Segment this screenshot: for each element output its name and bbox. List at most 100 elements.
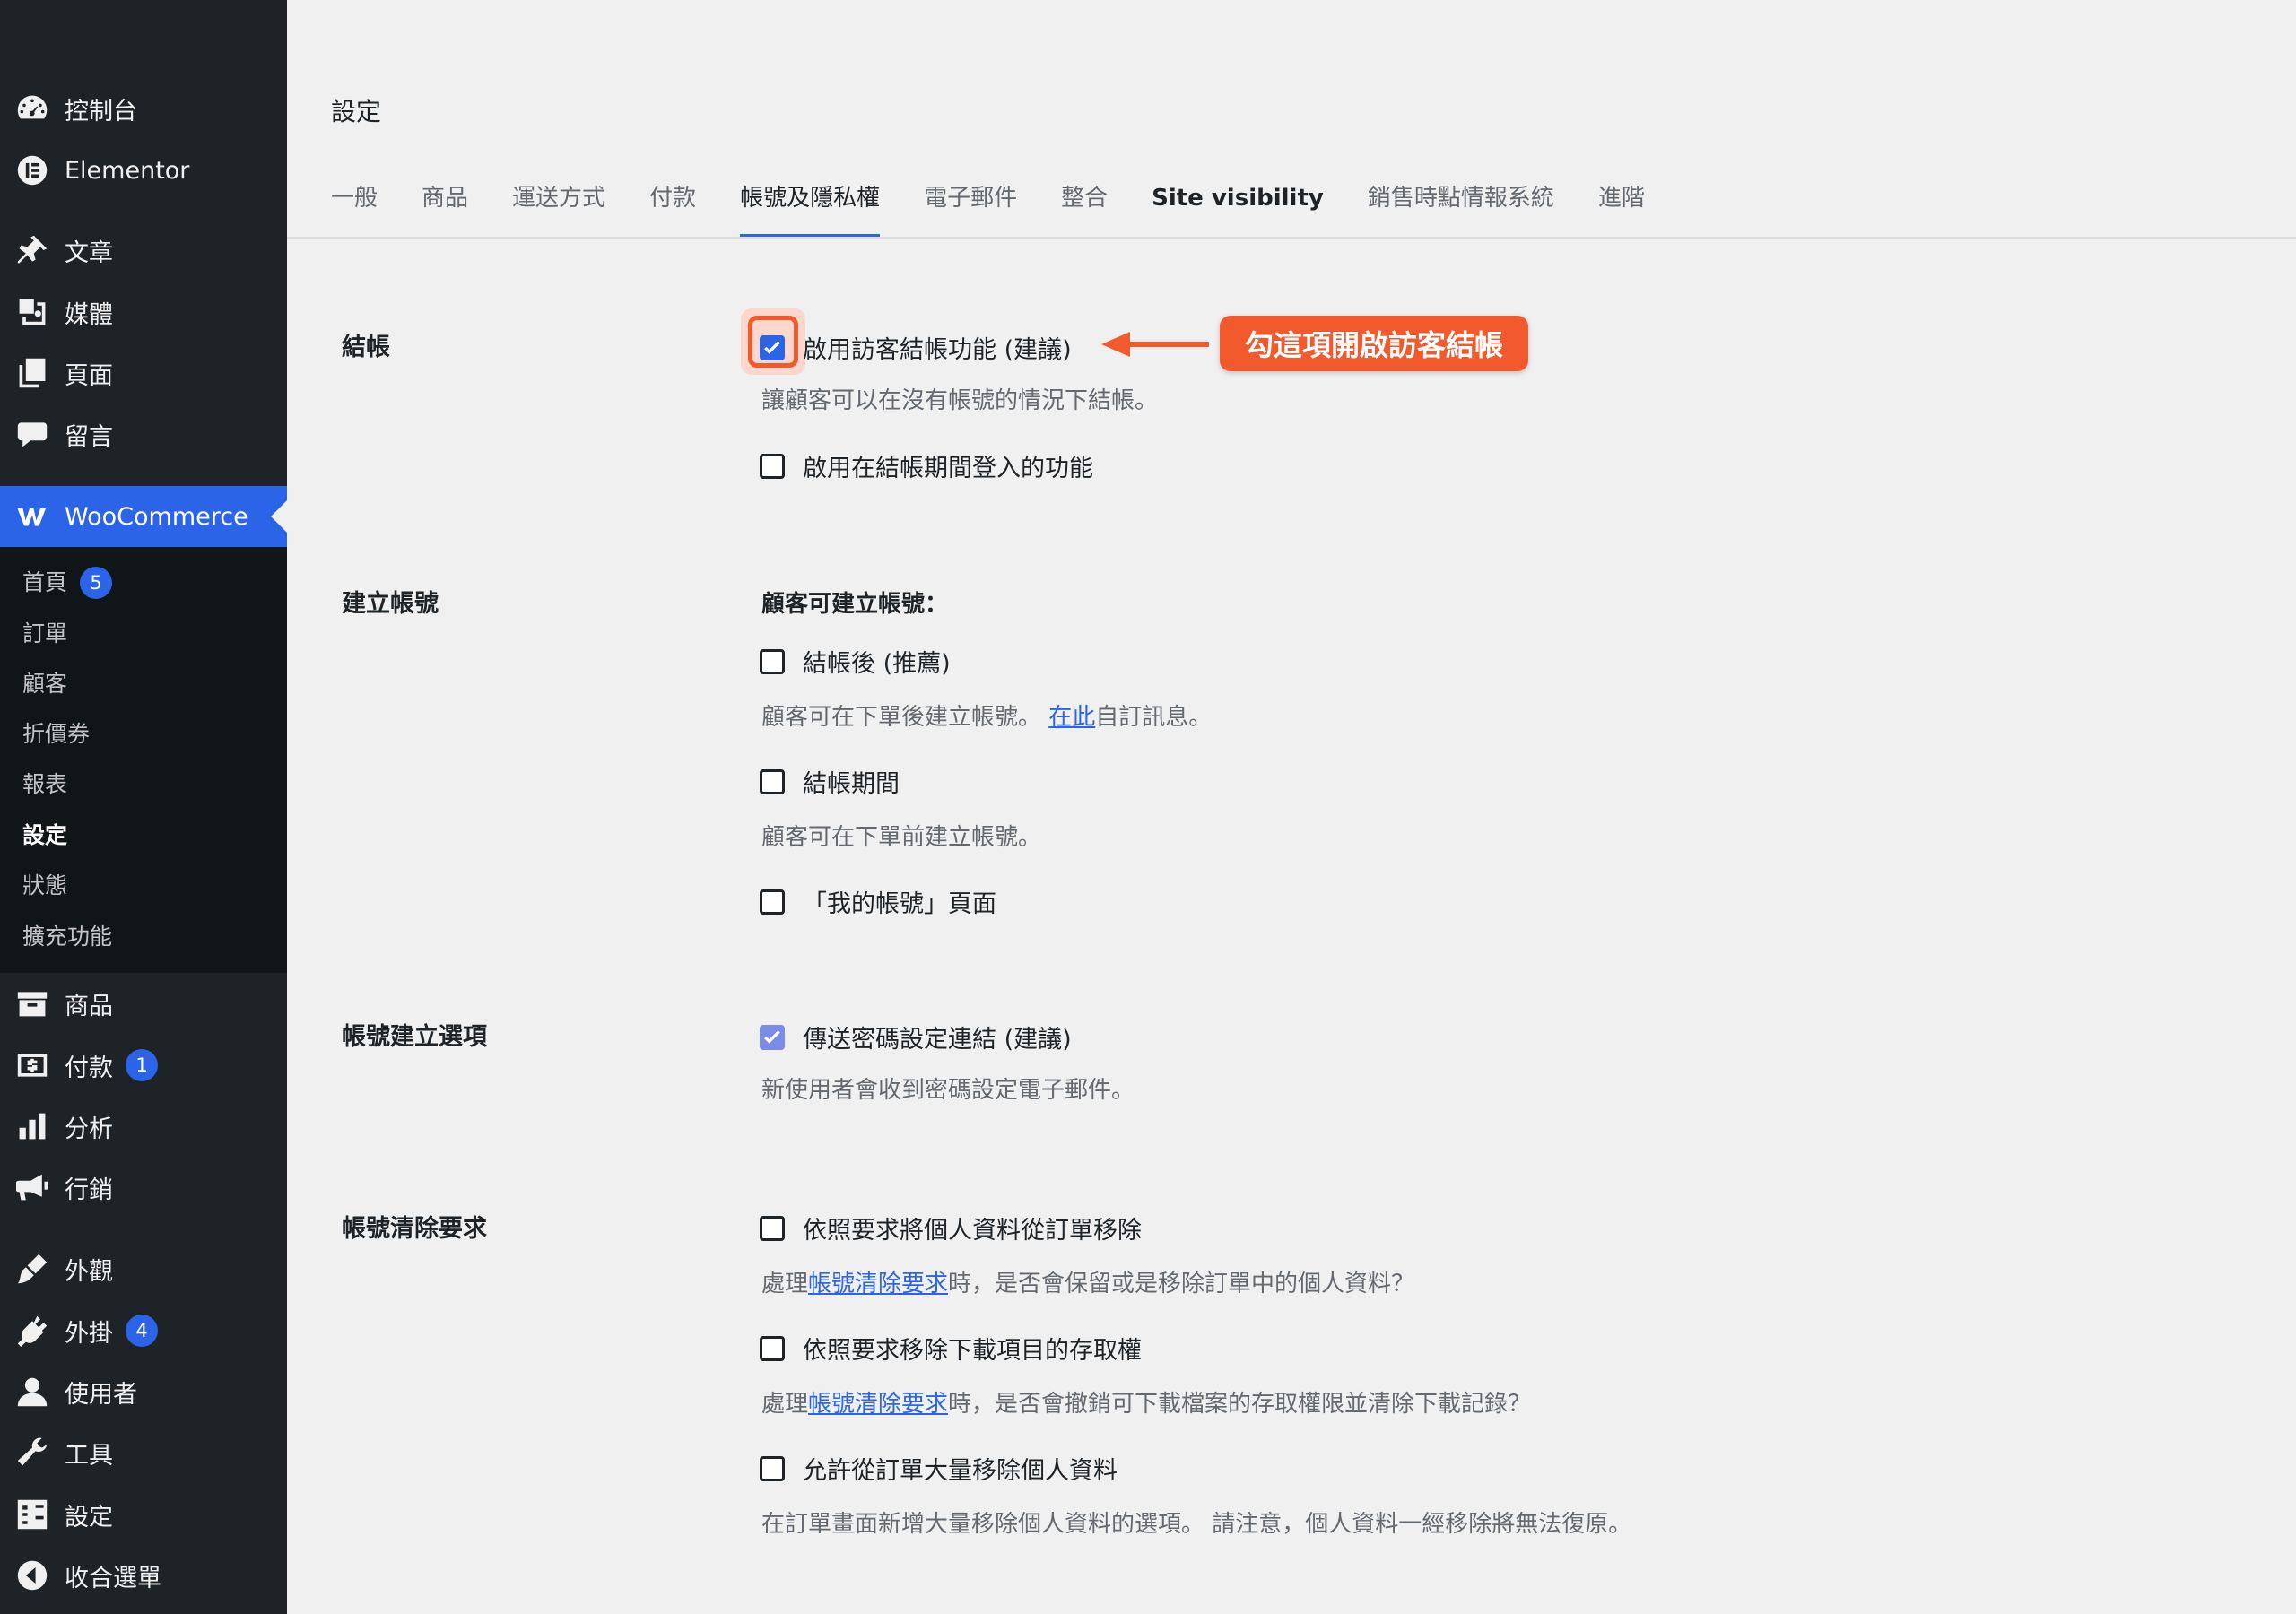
bulk-remove-option: 允許從訂單大量移除個人資料 [760,1451,1118,1486]
submenu-item-coupons[interactable]: 折價券 [22,716,90,752]
tab-emails[interactable]: 電子郵件 [924,175,1017,238]
sidebar-label: 留言 [65,422,113,451]
remove-downloads-desc-prefix: 處理 [761,1391,809,1418]
sidebar-label: 頁面 [65,361,113,390]
annotation-callout: 勾這項開啟訪客結帳 [1220,316,1529,371]
sidebar-item-products[interactable]: 商品 [0,973,287,1034]
sidebar-label: 收合選單 [65,1564,161,1592]
my-account-checkbox[interactable] [760,889,785,915]
my-account-option: 「我的帳號」頁面 [760,884,996,919]
during-checkout-desc: 顧客可在下單前建立帳號。 [761,824,1042,851]
sidebar-item-plugins[interactable]: 外掛 4 [0,1300,287,1361]
guest-checkout-desc: 讓顧客可以在沒有帳號的情況下結帳。 [761,387,1159,414]
tab-site-visibility[interactable]: Site visibility [1152,175,1324,238]
sidebar-item-dashboard[interactable]: 控制台 [0,78,287,139]
after-checkout-label: 結帳後 (推薦) [803,650,951,678]
send-password-option: 傳送密碼設定連結 (建議) [760,1020,1072,1054]
remove-order-data-option: 依照要求將個人資料從訂單移除 [760,1210,1142,1245]
arrow-left-icon [1101,332,1209,357]
section-label-account-options: 帳號建立選項 [342,1023,487,1051]
sidebar-item-appearance[interactable]: 外觀 [0,1238,287,1299]
section-label-erasure: 帳號清除要求 [342,1215,487,1243]
remove-order-data-desc-suffix: 時，是否會保留或是移除訂單中的個人資料？ [948,1271,1415,1297]
remove-downloads-checkbox[interactable] [760,1335,785,1361]
sidebar-item-marketing[interactable]: 行銷 [0,1157,287,1218]
sidebar-item-settings[interactable]: 設定 [0,1484,287,1545]
sidebar-label: 外掛 [65,1319,113,1348]
sidebar-item-elementor[interactable]: Elementor [0,140,287,201]
chart-icon [15,1109,49,1143]
woocommerce-submenu: 首頁 5 訂單 顧客 折價券 報表 設定 狀態 擴充功能 [0,547,287,973]
my-account-label: 「我的帳號」頁面 [803,890,996,918]
plugin-icon [15,1314,49,1348]
sidebar-label: 行銷 [65,1176,113,1204]
send-password-label: 傳送密碼設定連結 (建議) [803,1026,1072,1054]
submenu-item-orders[interactable]: 訂單 [22,616,67,652]
tab-payments[interactable]: 付款 [649,175,696,238]
archive-icon [15,986,49,1020]
dashboard-icon [15,91,49,126]
sidebar-label: 工具 [65,1441,113,1470]
sidebar-label: 分析 [65,1115,113,1143]
remove-downloads-desc-suffix: 時，是否會撤銷可下載檔案的存取權限並清除下載記錄？ [948,1391,1532,1418]
sidebar-label: 媒體 [65,300,113,329]
wrench-icon [15,1436,49,1470]
section-label-account-creation: 建立帳號 [342,590,439,618]
sidebar-item-analytics[interactable]: 分析 [0,1096,287,1157]
sidebar-item-pages[interactable]: 頁面 [0,343,287,404]
tab-general[interactable]: 一般 [331,175,378,238]
settings-tabs: 一般 商品 運送方式 付款 帳號及隱私權 電子郵件 整合 Site visibi… [331,175,1689,238]
notification-badge: 4 [126,1315,158,1347]
tab-point-of-sale[interactable]: 銷售時點情報系統 [1368,175,1554,238]
page-title: 設定 [331,97,382,126]
account-creation-heading: 顧客可建立帳號： [761,591,949,618]
sidebar-item-posts[interactable]: 文章 [0,220,287,281]
bulk-remove-label: 允許從訂單大量移除個人資料 [803,1457,1118,1485]
sidebar-item-tools[interactable]: 工具 [0,1422,287,1483]
sidebar-label: 使用者 [65,1380,137,1409]
send-password-desc: 新使用者會收到密碼設定電子郵件。 [761,1077,1135,1104]
send-password-checkbox[interactable] [760,1024,785,1050]
remove-order-data-checkbox[interactable] [760,1215,785,1241]
settings-icon [15,1497,49,1532]
notification-badge: 5 [80,567,113,599]
during-checkout-option: 結帳期間 [760,764,900,799]
after-checkout-desc-prefix: 顧客可在下單後建立帳號。 [761,704,1049,731]
megaphone-icon [15,1170,49,1204]
customize-message-link[interactable]: 在此 [1048,704,1095,731]
submenu-item-extensions[interactable]: 擴充功能 [22,919,112,955]
sidebar-item-comments[interactable]: 留言 [0,404,287,464]
submenu-item-home[interactable]: 首頁 5 [22,565,113,601]
pages-icon [15,356,49,390]
current-indicator [271,500,287,533]
after-checkout-checkbox[interactable] [760,648,785,674]
bulk-remove-checkbox[interactable] [760,1455,785,1481]
sidebar-item-woocommerce[interactable]: WooCommerce [0,486,287,547]
tab-accounts-privacy[interactable]: 帳號及隱私權 [740,175,881,238]
after-checkout-option: 結帳後 (推薦) [760,644,951,679]
submenu-item-customers[interactable]: 顧客 [22,666,67,702]
sidebar-item-collapse[interactable]: 收合選單 [0,1545,287,1606]
login-checkout-checkbox[interactable] [760,453,785,479]
submenu-item-settings[interactable]: 設定 [22,818,67,854]
submenu-label: 擴充功能 [22,924,113,950]
after-checkout-desc: 顧客可在下單後建立帳號。 在此自訂訊息。 [761,699,1212,732]
woo-icon [15,499,49,534]
notification-badge: 1 [126,1049,158,1081]
during-checkout-checkbox[interactable] [760,768,785,794]
tab-advanced[interactable]: 進階 [1598,175,1645,238]
submenu-item-reports[interactable]: 報表 [22,767,67,803]
tab-shipping[interactable]: 運送方式 [512,175,605,238]
sidebar-item-users[interactable]: 使用者 [0,1361,287,1422]
submenu-item-status[interactable]: 狀態 [22,868,67,904]
tab-products[interactable]: 商品 [422,175,468,238]
sidebar-item-media[interactable]: 媒體 [0,282,287,343]
bulk-remove-desc: 在訂單畫面新增大量移除個人資料的選項。 請注意，個人資料一經移除將無法復原。 [761,1511,1632,1538]
remove-order-data-desc-prefix: 處理 [761,1271,809,1297]
tab-integration[interactable]: 整合 [1061,175,1108,238]
erasure-request-link[interactable]: 帳號清除要求 [808,1391,948,1418]
sidebar-label: 外觀 [65,1257,113,1286]
after-checkout-desc-suffix: 自訂訊息。 [1095,704,1213,731]
erasure-request-link[interactable]: 帳號清除要求 [808,1271,948,1297]
sidebar-item-payments[interactable]: 付款 1 [0,1035,287,1096]
